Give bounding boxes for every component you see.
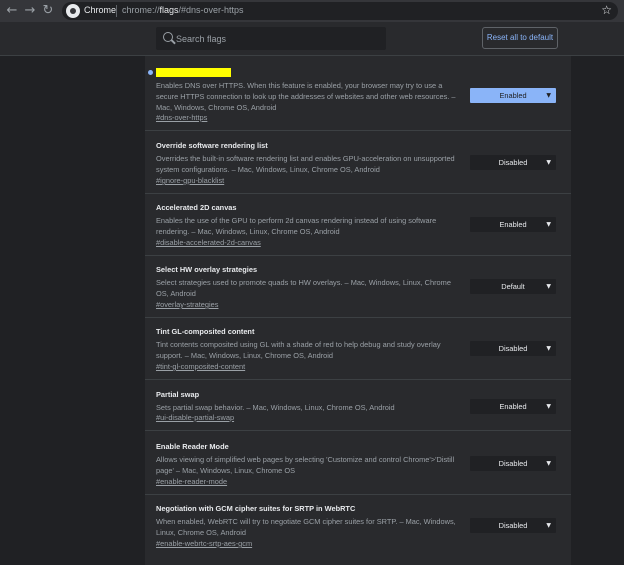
flag-permalink[interactable]: #disable-accelerated-2d-canvas bbox=[156, 238, 261, 247]
chevron-down-icon: ▼ bbox=[546, 92, 551, 99]
flag-divider bbox=[145, 379, 571, 380]
flag-description: Overrides the built-in software renderin… bbox=[156, 154, 455, 174]
chrome-icon bbox=[66, 4, 80, 18]
flag-title: Secure DNS lookups bbox=[156, 68, 231, 77]
flag-select-value: Enabled bbox=[499, 220, 527, 229]
flag-select[interactable]: Enabled ▼ bbox=[470, 217, 556, 232]
flag-divider bbox=[145, 494, 571, 495]
flag-select-value: Disabled bbox=[498, 158, 528, 167]
flag-divider bbox=[145, 255, 571, 256]
flag-select-value: Disabled bbox=[498, 521, 528, 530]
flag-description: Allows viewing of simplified web pages b… bbox=[156, 455, 455, 475]
flag-permalink[interactable]: #enable-reader-mode bbox=[156, 477, 227, 486]
chevron-down-icon: ▼ bbox=[546, 283, 551, 290]
search-icon bbox=[163, 32, 173, 42]
search-input[interactable] bbox=[176, 31, 376, 46]
chevron-down-icon: ▼ bbox=[546, 221, 551, 228]
address-bar-url[interactable]: chrome://flags/#dns-over-https bbox=[122, 5, 244, 15]
flag-divider bbox=[145, 317, 571, 318]
chevron-down-icon: ▼ bbox=[546, 403, 551, 410]
browser-toolbar: ← → ↻ Chrome chrome://flags/#dns-over-ht… bbox=[0, 0, 624, 22]
address-bar-app-label: Chrome bbox=[84, 5, 117, 15]
flag-select[interactable]: Disabled ▼ bbox=[470, 341, 556, 356]
url-scheme: chrome:// bbox=[122, 5, 160, 15]
flag-description: Enables the use of the GPU to perform 2d… bbox=[156, 216, 437, 236]
flag-title: Partial swap bbox=[156, 390, 200, 399]
chevron-down-icon: ▼ bbox=[546, 159, 551, 166]
flag-description: Tint contents composited using GL with a… bbox=[156, 340, 441, 360]
flag-select-value: Disabled bbox=[498, 459, 528, 468]
reset-all-button[interactable]: Reset all to default bbox=[482, 27, 558, 49]
search-box[interactable] bbox=[156, 27, 386, 50]
chevron-down-icon: ▼ bbox=[546, 460, 551, 467]
flag-divider bbox=[145, 430, 571, 431]
flag-description: Sets partial swap behavior. – Mac, Windo… bbox=[156, 403, 395, 412]
flag-permalink[interactable]: #overlay-strategies bbox=[156, 300, 218, 309]
flag-divider bbox=[145, 130, 571, 131]
flag-permalink[interactable]: #tint-gl-composited-content bbox=[156, 362, 245, 371]
flag-divider bbox=[145, 193, 571, 194]
chevron-down-icon: ▼ bbox=[546, 522, 551, 529]
url-host: flags bbox=[159, 5, 179, 15]
flag-select-value: Enabled bbox=[499, 402, 527, 411]
flag-title: Negotiation with GCM cipher suites for S… bbox=[156, 504, 356, 513]
reload-icon[interactable]: ↻ bbox=[40, 3, 56, 19]
flag-permalink[interactable]: #dns-over-https bbox=[156, 113, 207, 122]
flag-select[interactable]: Default ▼ bbox=[470, 279, 556, 294]
flag-description: Enables DNS over HTTPS. When this featur… bbox=[156, 81, 456, 112]
flag-permalink[interactable]: #enable-webrtc-srtp-aes-gcm bbox=[156, 539, 252, 548]
active-flag-bullet-icon bbox=[148, 70, 153, 75]
flag-title: Override software rendering list bbox=[156, 141, 268, 150]
flag-select-value: Default bbox=[501, 282, 525, 291]
address-bar[interactable]: Chrome chrome://flags/#dns-over-https ☆ bbox=[62, 2, 618, 20]
flag-select[interactable]: Disabled ▼ bbox=[470, 456, 556, 471]
flag-select-value: Disabled bbox=[498, 344, 528, 353]
flags-list: Secure DNS lookups Enables DNS over HTTP… bbox=[145, 56, 571, 565]
flag-select[interactable]: Disabled ▼ bbox=[470, 518, 556, 533]
flag-title: Select HW overlay strategies bbox=[156, 265, 258, 274]
flags-header: Reset all to default bbox=[0, 22, 624, 56]
flag-title: Accelerated 2D canvas bbox=[156, 203, 237, 212]
flag-description: When enabled, WebRTC will try to negotia… bbox=[156, 517, 456, 537]
flag-select[interactable]: Enabled ▼ bbox=[470, 399, 556, 414]
address-bar-separator bbox=[116, 5, 117, 17]
flag-title: Enable Reader Mode bbox=[156, 442, 229, 451]
flag-select[interactable]: Enabled ▼ bbox=[470, 88, 556, 103]
flag-description: Select strategies used to promote quads … bbox=[156, 278, 451, 298]
flag-select[interactable]: Disabled ▼ bbox=[470, 155, 556, 170]
url-fragment: /#dns-over-https bbox=[178, 5, 244, 15]
flag-permalink[interactable]: #ignore-gpu-blacklist bbox=[156, 176, 224, 185]
flag-permalink[interactable]: #ui-disable-partial-swap bbox=[156, 413, 234, 422]
back-icon[interactable]: ← bbox=[4, 3, 20, 19]
flag-title: Tint GL-composited content bbox=[156, 327, 255, 336]
forward-icon[interactable]: → bbox=[22, 3, 38, 19]
flag-select-value: Enabled bbox=[499, 91, 527, 100]
chevron-down-icon: ▼ bbox=[546, 345, 551, 352]
bookmark-star-icon[interactable]: ☆ bbox=[601, 3, 612, 17]
